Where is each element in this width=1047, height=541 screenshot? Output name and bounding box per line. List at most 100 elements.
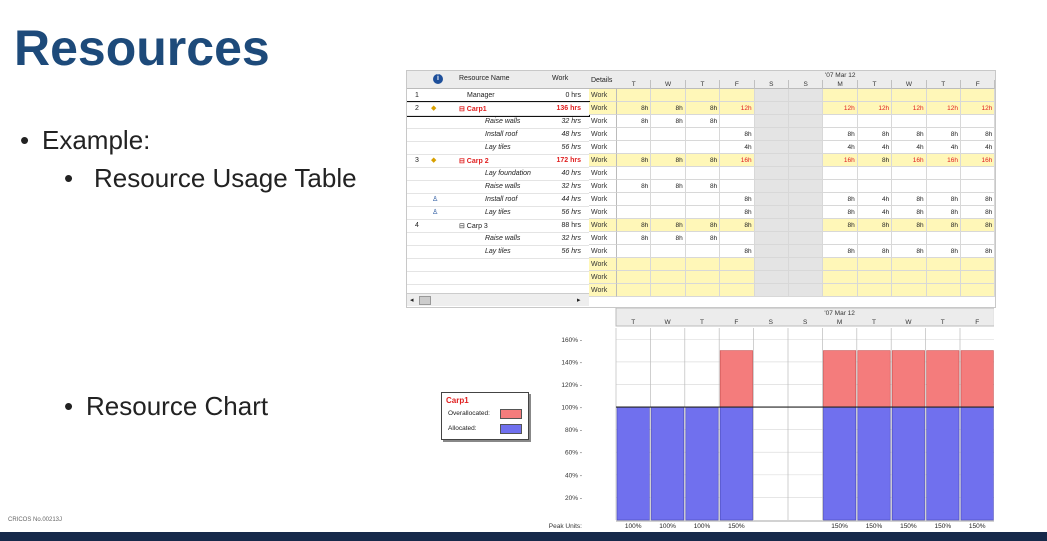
timephased-cell[interactable]: 8h [685,154,721,167]
timephased-cell[interactable]: 8h [926,128,961,141]
horizontal-scrollbar[interactable]: ◂ ▸ [407,293,589,306]
timephased-cell[interactable] [720,284,755,297]
timephased-cell[interactable]: 8h [961,206,995,219]
timephased-cell[interactable]: 12h [892,102,927,115]
timephased-cell[interactable] [823,89,858,102]
scroll-left-icon[interactable]: ◂ [410,296,414,304]
timephased-cell[interactable] [789,232,824,245]
timephased-cell[interactable] [754,141,789,154]
timephased-cell[interactable]: 12h [720,102,755,115]
timephased-cell[interactable]: 8h [823,128,858,141]
timephased-cell[interactable]: 8h [651,219,686,232]
table-row[interactable] [407,271,589,285]
timephased-cell[interactable] [651,245,686,258]
resource-name[interactable]: Raise walls [485,118,520,125]
timephased-cell[interactable]: 8h [892,128,927,141]
timephased-cell[interactable] [685,206,721,219]
timephased-cell[interactable] [685,245,721,258]
timephased-cell[interactable]: 8h [617,115,652,128]
timephased-cell[interactable] [685,193,721,206]
timephased-cell[interactable] [754,115,789,128]
timephased-cell[interactable]: 8h [857,154,893,167]
timephased-cell[interactable]: 8h [685,219,721,232]
timephased-cell[interactable] [720,232,755,245]
timephased-cell[interactable] [651,141,686,154]
timephased-cell[interactable] [789,154,824,167]
timephased-cell[interactable] [685,284,721,297]
timephased-cell[interactable]: 8h [892,206,927,219]
timephased-cell[interactable] [789,115,824,128]
timephased-cell[interactable]: 8h [651,154,686,167]
timephased-cell[interactable] [789,206,824,219]
timephased-cell[interactable] [754,180,789,193]
timephased-cell[interactable] [720,258,755,271]
resource-name[interactable]: Manager [467,92,495,99]
timephased-cell[interactable] [617,271,652,284]
timephased-cell[interactable] [617,206,652,219]
timephased-cell[interactable] [720,167,755,180]
timephased-cell[interactable] [857,180,893,193]
timephased-cell[interactable] [789,141,824,154]
timephased-cell[interactable] [720,115,755,128]
resource-name[interactable]: ⊟ Carp 3 [459,222,488,230]
timephased-cell[interactable]: 8h [926,206,961,219]
timephased-cell[interactable] [789,219,824,232]
timephased-cell[interactable] [617,89,652,102]
timephased-cell[interactable] [857,232,893,245]
timephased-cell[interactable] [685,271,721,284]
timephased-cell[interactable]: 8h [685,102,721,115]
timephased-cell[interactable]: 8h [961,219,995,232]
timephased-cell[interactable]: 8h [651,102,686,115]
timephased-cell[interactable]: 4h [892,141,927,154]
timephased-cell[interactable]: 4h [857,193,893,206]
timephased-cell[interactable]: 16h [720,154,755,167]
timephased-cell[interactable] [961,232,995,245]
timephased-cell[interactable]: 8h [857,245,893,258]
timephased-cell[interactable]: 12h [857,102,893,115]
timephased-cell[interactable]: 8h [720,193,755,206]
timephased-cell[interactable] [926,284,961,297]
resource-name[interactable]: Lay tiles [485,248,511,255]
timephased-cell[interactable] [823,258,858,271]
timephased-cell[interactable] [961,115,995,128]
timephased-cell[interactable] [857,167,893,180]
timephased-cell[interactable]: 16h [823,154,858,167]
timephased-cell[interactable] [892,258,927,271]
timephased-cell[interactable] [926,180,961,193]
timephased-cell[interactable] [926,258,961,271]
timephased-cell[interactable] [961,258,995,271]
timephased-cell[interactable]: 8h [685,180,721,193]
timephased-cell[interactable] [857,271,893,284]
timephased-cell[interactable]: 8h [961,245,995,258]
timephased-cell[interactable]: 8h [961,128,995,141]
timephased-cell[interactable] [754,89,789,102]
resource-name[interactable]: Lay tiles [485,209,511,216]
timephased-cell[interactable]: 12h [823,102,858,115]
timephased-cell[interactable] [857,258,893,271]
timephased-cell[interactable] [823,115,858,128]
timephased-cell[interactable]: 8h [685,232,721,245]
timephased-cell[interactable] [857,115,893,128]
timephased-cell[interactable] [754,206,789,219]
timephased-cell[interactable] [754,258,789,271]
timephased-cell[interactable]: 16h [892,154,927,167]
timephased-cell[interactable] [617,128,652,141]
timephased-cell[interactable]: 4h [961,141,995,154]
timephased-cell[interactable] [754,284,789,297]
timephased-cell[interactable] [651,258,686,271]
timephased-cell[interactable]: 8h [857,128,893,141]
timephased-cell[interactable]: 4h [926,141,961,154]
timephased-cell[interactable]: 8h [892,219,927,232]
timephased-cell[interactable] [720,89,755,102]
timephased-cell[interactable] [685,89,721,102]
timephased-cell[interactable] [926,89,961,102]
timephased-cell[interactable] [685,167,721,180]
timephased-cell[interactable] [857,89,893,102]
timephased-cell[interactable]: 8h [617,232,652,245]
timephased-cell[interactable] [823,232,858,245]
timephased-cell[interactable] [754,193,789,206]
timephased-cell[interactable] [926,167,961,180]
timephased-cell[interactable] [651,89,686,102]
timephased-cell[interactable] [754,154,789,167]
timephased-cell[interactable]: 8h [617,154,652,167]
